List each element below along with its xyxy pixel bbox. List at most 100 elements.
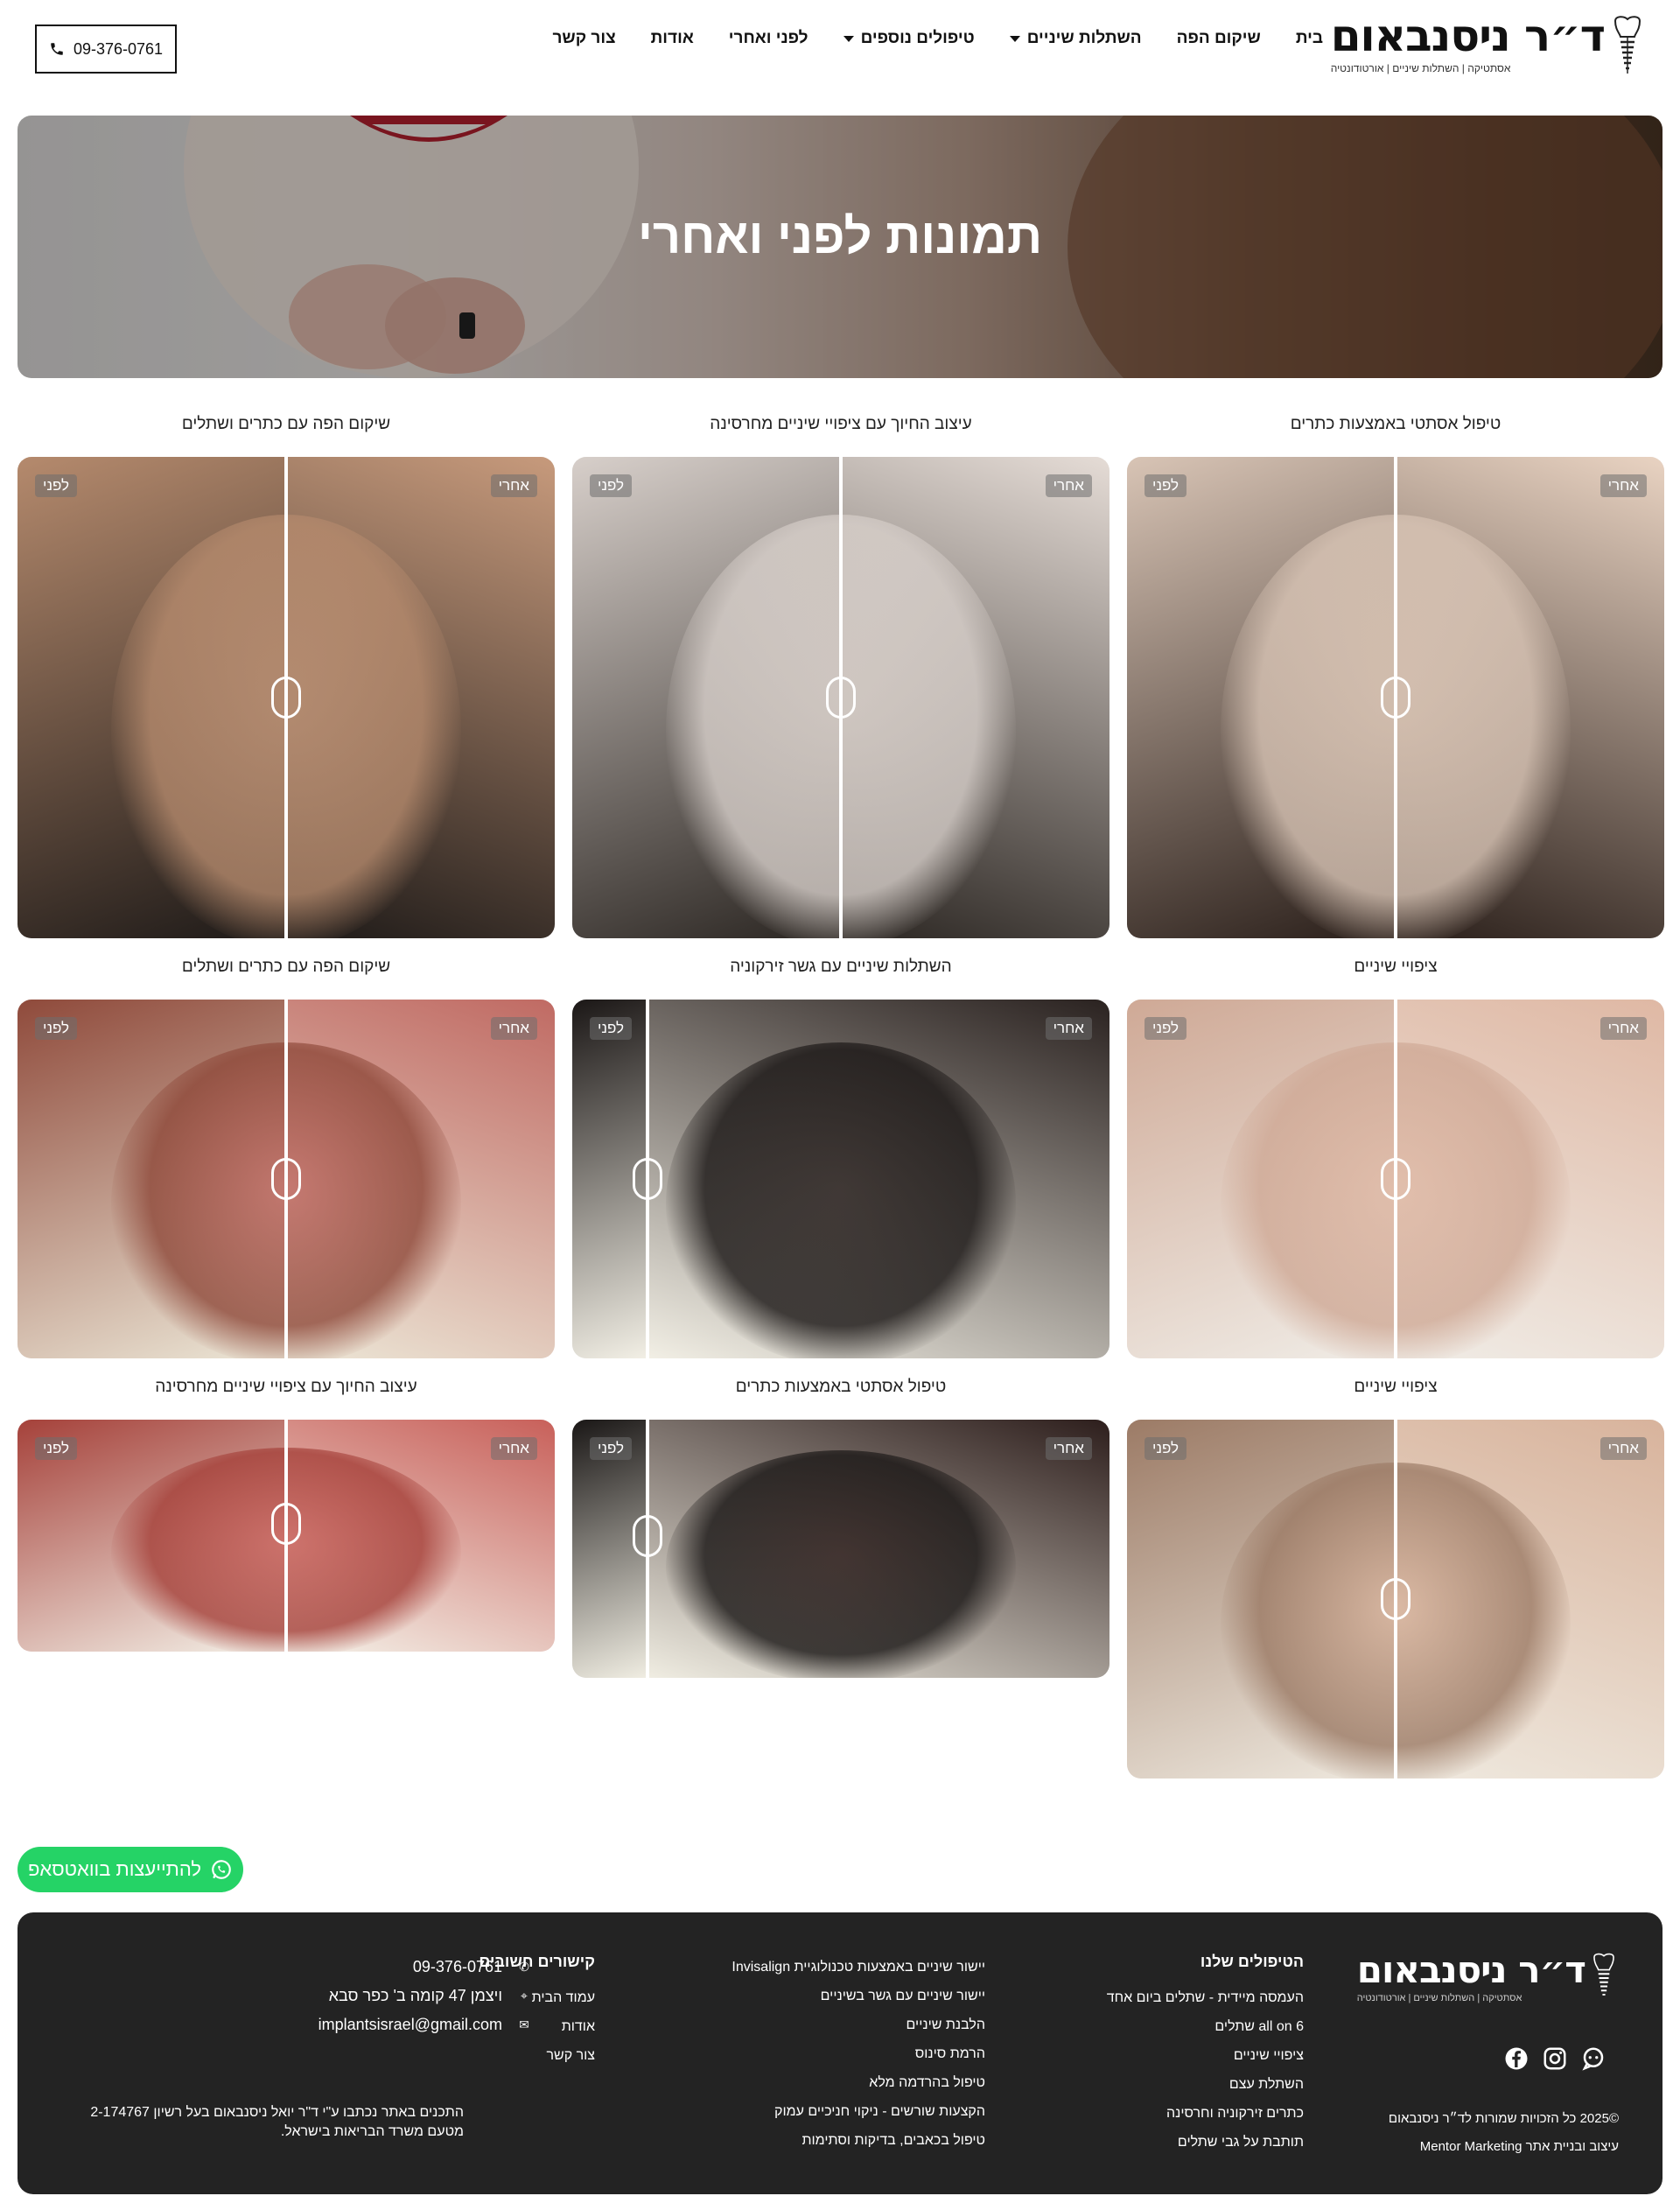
before-after-slider[interactable]: לפני אחרי <box>1127 1000 1664 1358</box>
footer-treatment-link[interactable]: ציפויי שיניים <box>1107 2041 1304 2070</box>
tooth-implant-logo-icon <box>1614 16 1642 74</box>
footer-logo[interactable]: ד״ר ניסנבאום אסתטיקה | השתלות שיניים | א… <box>1357 1952 1619 2004</box>
gallery-caption: עיצוב החיוך עם ציפויי שיניים מחרסינה <box>710 415 972 433</box>
slider-handle[interactable] <box>633 1515 662 1557</box>
footer-address-row: ⌖ ויצמן 47 קומה ב' כפר סבא <box>243 1982 532 2010</box>
nav-label: השתלות שיניים <box>1026 29 1142 47</box>
gallery-caption: השתלות שיניים עם גשר זירקוניה <box>730 958 952 976</box>
phone-number: 09-376-0761 <box>73 39 164 58</box>
footer-treatment-link[interactable]: תותבת על גבי שתלים <box>1107 2128 1304 2157</box>
footer-treatment-link[interactable]: הקצעות שורשים - ניקוי חניכיים עמוק <box>732 2097 985 2126</box>
slider-handle[interactable] <box>826 677 856 719</box>
nav-more-treatments[interactable]: טיפולים נוספים <box>843 29 975 48</box>
phone-button[interactable]: 09-376-0761 <box>35 25 177 74</box>
slider-handle[interactable] <box>633 1158 662 1200</box>
nav-label: שיקום הפה <box>1176 29 1261 47</box>
slider-handle[interactable] <box>271 1503 301 1545</box>
slider-handle[interactable] <box>271 1158 301 1200</box>
before-badge: לפני <box>1144 474 1187 497</box>
phone-icon <box>51 43 63 55</box>
gallery-caption: טיפול אסתטי באמצעות כתרים <box>1290 415 1502 433</box>
before-badge: לפני <box>35 1437 78 1460</box>
nav-about[interactable]: אודות <box>651 29 694 48</box>
after-badge: אחרי <box>490 1017 537 1040</box>
credit-text[interactable]: עיצוב ובניית אתר Mentor Marketing <box>1389 2133 1619 2161</box>
nav-label: בית <box>1295 29 1323 47</box>
gallery-caption: טיפול אסתטי באמצעות כתרים <box>735 1378 947 1396</box>
after-badge: אחרי <box>1045 474 1092 497</box>
footer-treatment-link[interactable]: טיפול בכאבים, בדיקות וסתימות <box>732 2126 985 2155</box>
footer-treatment-link[interactable]: הרמת סינוס <box>732 2039 985 2068</box>
chevron-down-icon <box>1009 35 1020 42</box>
after-badge: אחרי <box>1600 1437 1647 1460</box>
logo-tagline: אסתטיקה | השתלות שיניים | אורטודונטיה <box>1330 62 1511 74</box>
footer-email-row[interactable]: ✉ implantsisrael@gmail.com <box>243 2010 532 2039</box>
slider-handle[interactable] <box>271 677 301 719</box>
site-footer: ד״ר ניסנבאום אסתטיקה | השתלות שיניים | א… <box>18 1912 1662 2194</box>
instagram-icon[interactable] <box>1542 2045 1568 2072</box>
before-after-slider[interactable]: לפני אחרי <box>572 1420 1110 1678</box>
before-after-slider[interactable]: לפני אחרי <box>572 457 1110 938</box>
before-after-slider[interactable]: לפני אחרי <box>572 1000 1110 1358</box>
footer-treatment-link[interactable]: טיפול בהרדמה מלא <box>732 2068 985 2097</box>
tooth-implant-logo-icon <box>1593 1953 1614 1996</box>
social-links <box>1503 2045 1606 2072</box>
gallery-caption: עיצוב החיוך עם ציפויי שיניים מחרסינה <box>155 1378 417 1396</box>
nav-label: טיפולים נוספים <box>860 29 975 47</box>
footer-treatment-link[interactable]: יישור שיניים באמצעות טכנולוגיית Invisali… <box>732 1953 985 1982</box>
footer-treatment-link[interactable]: all on 6 שתלים <box>1107 2012 1304 2041</box>
nav-contact[interactable]: צור קשר <box>552 29 615 48</box>
nav-label: אודות <box>650 29 694 47</box>
footer-phone-row[interactable]: ✆ 09-376-0761 <box>243 1953 532 1982</box>
main-nav: בית שיקום הפה השתלות שיניים טיפולים נוספ… <box>552 29 1323 48</box>
whatsapp-label: להתייעצות בוואטסאפ <box>27 1858 202 1880</box>
after-badge: אחרי <box>1600 1017 1647 1040</box>
after-badge: אחרי <box>490 1437 537 1460</box>
footer-nav-link[interactable]: צור קשר <box>479 2041 595 2070</box>
footer-treatment-link[interactable]: השתלת עצם <box>1107 2070 1304 2099</box>
slider-handle[interactable] <box>1381 1158 1410 1200</box>
gallery-caption: ציפויי שיניים <box>1354 1378 1438 1396</box>
nav-before-after[interactable]: לפני ואחרי <box>729 29 808 48</box>
after-badge: אחרי <box>1600 474 1647 497</box>
nav-home[interactable]: בית <box>1296 29 1323 48</box>
footer-treatments-column-2: יישור שיניים באמצעות טכנולוגיית Invisali… <box>732 1953 985 2155</box>
footer-contact: ✆ 09-376-0761 ⌖ ויצמן 47 קומה ב' כפר סבא ✉… <box>243 1953 532 2039</box>
hero-banner: תמונות לפני ואחרי <box>18 116 1662 378</box>
copyright-text: ©2025 כל הזכויות שמורות לד״ר ניסנבאום <box>1388 2111 1619 2126</box>
after-badge: אחרי <box>490 474 537 497</box>
before-after-slider[interactable]: לפני אחרי <box>18 1420 555 1652</box>
page-title: תמונות לפני ואחרי <box>637 208 1043 263</box>
after-badge: אחרי <box>1045 1437 1092 1460</box>
footer-treatment-link[interactable]: יישור שיניים עם גשר בשיניים <box>732 1982 985 2010</box>
before-badge: לפני <box>590 1437 633 1460</box>
before-after-slider[interactable]: לפני אחרי <box>1127 457 1664 938</box>
before-after-slider[interactable]: לפני אחרי <box>18 457 555 938</box>
whatsapp-consult-button[interactable]: להתייעצות בוואטסאפ <box>18 1847 243 1892</box>
photo-subject <box>666 1450 1016 1678</box>
footer-treatment-link[interactable]: העמסה מיידית - שתלים ביום אחד <box>1107 1983 1304 2012</box>
before-badge: לפני <box>35 1017 78 1040</box>
before-after-slider[interactable]: לפני אחרי <box>1127 1420 1664 1779</box>
before-after-slider[interactable]: לפני אחרי <box>18 1000 555 1358</box>
site-logo[interactable]: ד״ר ניסנבאום אסתטיקה | השתלות שיניים | א… <box>1331 14 1645 81</box>
footer-address: ויצמן 47 קומה ב' כפר סבא <box>328 1987 502 2004</box>
footer-treatment-link[interactable]: כתרים זירקוניה וחרסינה <box>1107 2099 1304 2128</box>
after-badge: אחרי <box>1045 1017 1092 1040</box>
slider-handle[interactable] <box>1381 1578 1410 1620</box>
before-badge: לפני <box>590 474 633 497</box>
logo-name: ד״ר ניסנבאום <box>1330 11 1606 61</box>
legal-disclaimer: התכנים באתר נכתבו ע"י ד"ר יואל ניסנבאום … <box>90 2105 464 2139</box>
gallery-caption: שיקום הפה עם כתרים ושתלים <box>181 958 391 976</box>
gallery-caption: שיקום הפה עם כתרים ושתלים <box>181 415 391 433</box>
chat-icon[interactable] <box>1580 2045 1606 2072</box>
before-badge: לפני <box>35 474 78 497</box>
slider-handle[interactable] <box>1381 677 1410 719</box>
nav-implants[interactable]: השתלות שיניים <box>1009 29 1142 48</box>
nav-label: לפני ואחרי <box>728 29 808 47</box>
nav-oral-rehab[interactable]: שיקום הפה <box>1177 29 1261 48</box>
footer-treatment-link[interactable]: הלבנת שיניים <box>732 2010 986 2039</box>
chevron-down-icon <box>843 35 854 42</box>
before-badge: לפני <box>1144 1437 1187 1460</box>
facebook-icon[interactable] <box>1503 2045 1530 2072</box>
